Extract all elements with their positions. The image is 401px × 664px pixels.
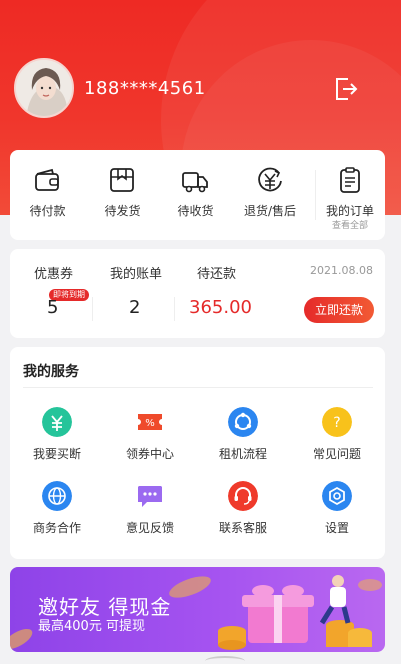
service-faq[interactable]: ? 常见问题 [297, 407, 377, 469]
avatar[interactable] [14, 58, 74, 118]
service-support[interactable]: 联系客服 [203, 481, 283, 543]
service-feedback[interactable]: 意见反馈 [110, 481, 190, 543]
logout-icon[interactable] [332, 75, 360, 103]
service-label: 设置 [324, 521, 349, 535]
bill-count[interactable]: 2 [129, 297, 140, 318]
divider [92, 297, 93, 321]
settings-icon [322, 481, 352, 511]
coupon-label: 优惠券 [34, 267, 74, 282]
repay-now-button[interactable]: 立即还款 [304, 297, 374, 323]
order-label: 待收货 [177, 204, 214, 218]
account-card: 优惠券 我的账单 待还款 2021.08.08 即将到期 5 2 365.00 … [10, 249, 385, 338]
clipboard-icon [340, 167, 360, 193]
svg-text:%: % [145, 418, 155, 429]
service-rental-process[interactable]: 租机流程 [203, 407, 283, 469]
chat-icon [138, 486, 162, 507]
order-label: 我的订单 [325, 204, 374, 218]
repay-label: 待还款 [197, 267, 237, 282]
cycle-icon [228, 407, 258, 437]
service-label: 领券中心 [125, 447, 174, 461]
service-settings[interactable]: 设置 [297, 481, 377, 543]
headset-icon [228, 481, 258, 511]
order-pending-receipt[interactable]: 待收货 [168, 150, 223, 240]
coupon-count[interactable]: 5 [47, 297, 58, 318]
globe-icon [42, 481, 72, 511]
user-phone: 188****4561 [84, 78, 206, 99]
order-refund[interactable]: 退货/售后 [238, 150, 302, 240]
divider [315, 170, 316, 220]
bill-label: 我的账单 [110, 267, 163, 282]
banner-subtitle: 最高400元 可提现 [38, 619, 145, 634]
order-all[interactable]: 我的订单 查看全部 [322, 150, 378, 240]
order-label: 待付款 [29, 204, 66, 218]
service-label: 租机流程 [218, 447, 267, 461]
services-card: 我的服务 我要买断 % 领券中心 租机流程 ? 常见问题 商务合作 意见反馈 联… [10, 347, 385, 559]
divider [174, 297, 175, 321]
refund-icon [258, 167, 282, 192]
orders-card: 待付款 待发货 待收货 退货/售后 我的订单 查看全部 [10, 150, 385, 240]
service-label: 商务合作 [32, 521, 81, 535]
order-label: 退货/售后 [243, 204, 297, 218]
service-coupon-center[interactable]: % 领券中心 [110, 407, 190, 469]
question-icon: ? [322, 407, 352, 437]
repay-date: 2021.08.08 [310, 264, 373, 277]
service-label: 意见反馈 [125, 521, 174, 535]
divider [23, 387, 373, 388]
bottom-scroll-hint [205, 656, 245, 664]
services-title: 我的服务 [23, 364, 79, 380]
svg-text:?: ? [333, 415, 340, 431]
truck-icon [182, 172, 208, 193]
order-pending-payment[interactable]: 待付款 [20, 150, 75, 240]
invite-banner[interactable]: 邀好友 得现金 最高400元 可提现 [10, 567, 385, 652]
wallet-icon [35, 168, 59, 191]
view-all-label: 查看全部 [331, 221, 368, 231]
service-buyout[interactable]: 我要买断 [17, 407, 97, 469]
order-pending-shipment[interactable]: 待发货 [95, 150, 150, 240]
order-label: 待发货 [104, 204, 141, 218]
package-icon [110, 168, 134, 192]
service-label: 常见问题 [312, 447, 361, 461]
service-label: 我要买断 [32, 447, 81, 461]
coupon-icon: % [138, 414, 162, 430]
yuan-icon [42, 407, 72, 437]
repay-amount: 365.00 [189, 297, 252, 318]
service-label: 联系客服 [218, 521, 267, 535]
service-business[interactable]: 商务合作 [17, 481, 97, 543]
